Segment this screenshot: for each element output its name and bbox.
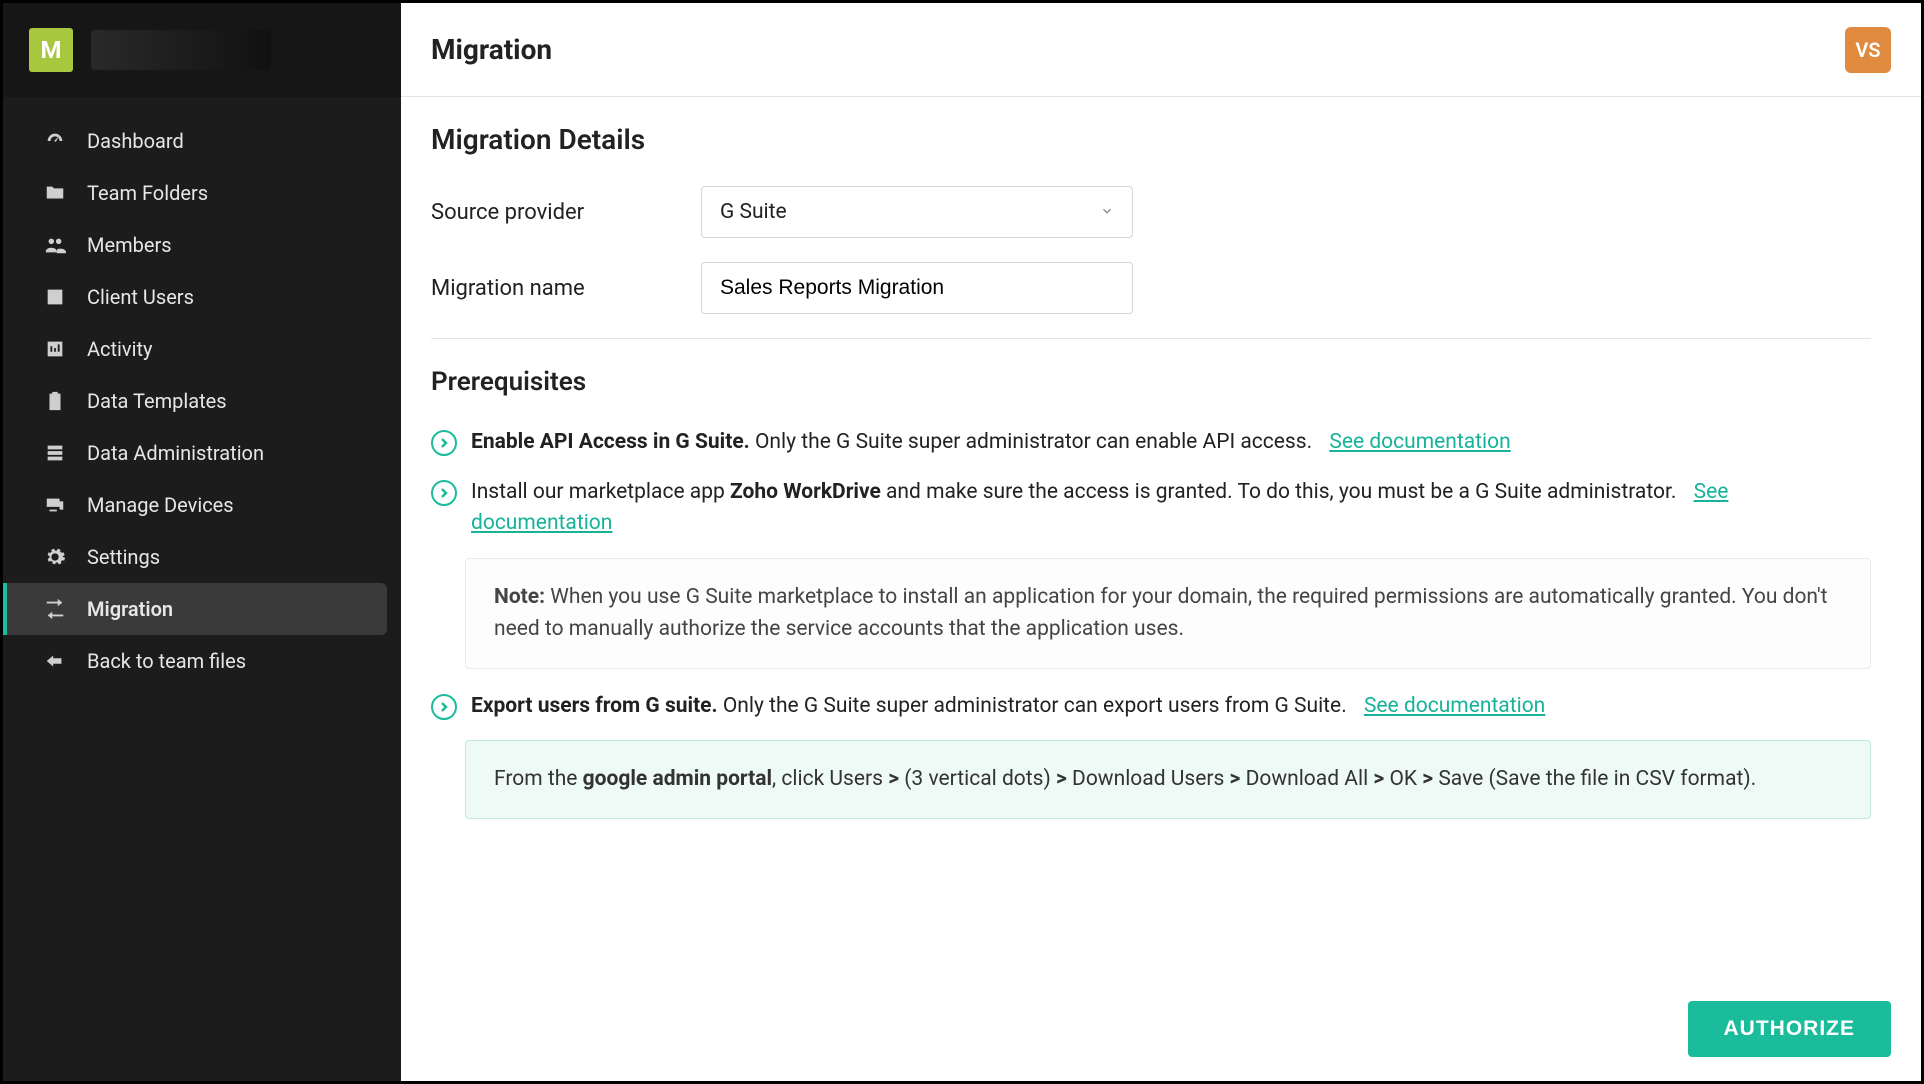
tip-bold: google admin portal [583, 767, 772, 791]
sidebar-item-client-users[interactable]: Client Users [3, 271, 401, 323]
note-text: When you use G Suite marketplace to inst… [494, 585, 1828, 642]
clipboard-icon [43, 389, 67, 413]
sidebar-item-data-administration[interactable]: Data Administration [3, 427, 401, 479]
label-migration-name: Migration name [431, 276, 701, 301]
select-value: G Suite [720, 200, 787, 224]
divider [431, 338, 1871, 339]
authorize-wrap: AUTHORIZE [1688, 1001, 1892, 1057]
migration-icon [43, 597, 67, 621]
user-card-icon [43, 285, 67, 309]
prereq-rest: Only the G Suite super administrator can… [750, 430, 1312, 454]
tip-text: OK [1384, 767, 1422, 791]
prereq-bold: Enable API Access in G Suite. [471, 430, 750, 454]
row-source-provider: Source provider G Suite [431, 186, 1871, 238]
sidebar-item-label: Back to team files [87, 649, 246, 673]
page-title: Migration [431, 33, 552, 66]
sidebar-item-label: Migration [87, 597, 173, 621]
sidebar-item-label: Data Templates [87, 389, 227, 413]
sidebar-item-migration[interactable]: Migration [3, 583, 387, 635]
org-logo[interactable]: M [29, 28, 73, 72]
tip-gt: > [1422, 767, 1433, 791]
sidebar-item-dashboard[interactable]: Dashboard [3, 115, 401, 167]
gauge-icon [43, 129, 67, 153]
sidebar-item-activity[interactable]: Activity [3, 323, 401, 375]
tip-text: Download All [1240, 767, 1373, 791]
sidebar-item-team-folders[interactable]: Team Folders [3, 167, 401, 219]
tip-text: (3 vertical dots) [899, 767, 1056, 791]
prereq-bold: Zoho WorkDrive [730, 480, 881, 504]
prereq-item-3: Export users from G suite. Only the G Su… [431, 691, 1871, 723]
input-migration-name-wrapper [701, 262, 1133, 314]
chart-icon [43, 337, 67, 361]
sidebar-item-label: Manage Devices [87, 493, 234, 517]
link-see-documentation[interactable]: See documentation [1364, 694, 1545, 718]
devices-icon [43, 493, 67, 517]
input-migration-name[interactable] [720, 276, 1114, 300]
main: Migration VS Migration Details Source pr… [401, 3, 1921, 1081]
link-see-documentation[interactable]: See documentation [1329, 430, 1510, 454]
tip-gt: > [1056, 767, 1067, 791]
prereq-rest: and make sure the access is granted. To … [881, 480, 1677, 504]
avatar[interactable]: VS [1845, 27, 1891, 73]
select-source-provider[interactable]: G Suite [701, 186, 1133, 238]
people-icon [43, 233, 67, 257]
topbar: Migration VS [401, 3, 1921, 97]
prereq-item-1: Enable API Access in G Suite. Only the G… [431, 427, 1871, 459]
sidebar-item-label: Settings [87, 545, 160, 569]
folder-icon [43, 181, 67, 205]
tip-text: Save (Save the file in CSV format). [1433, 767, 1756, 791]
chevron-right-icon [431, 694, 457, 720]
chevron-down-icon [1100, 200, 1114, 224]
section-migration-details: Migration Details [431, 123, 1871, 156]
tip-text: , click Users [772, 767, 888, 791]
tip-gt: > [1230, 767, 1241, 791]
tip-gt: > [1373, 767, 1384, 791]
admin-icon [43, 441, 67, 465]
content: Migration Details Source provider G Suit… [401, 97, 1921, 1081]
prereq-text: Enable API Access in G Suite. Only the G… [471, 427, 1511, 459]
prereq-text: Install our marketplace app Zoho WorkDri… [471, 477, 1871, 540]
gear-icon [43, 545, 67, 569]
sidebar-item-members[interactable]: Members [3, 219, 401, 271]
prereq-item-2: Install our marketplace app Zoho WorkDri… [431, 477, 1871, 540]
note-label: Note: [494, 585, 545, 609]
sidebar-item-label: Dashboard [87, 129, 184, 153]
sidebar-item-label: Team Folders [87, 181, 208, 205]
sidebar-item-data-templates[interactable]: Data Templates [3, 375, 401, 427]
sidebar-item-label: Client Users [87, 285, 194, 309]
tip-gt: > [888, 767, 899, 791]
prereq-pre: Install our marketplace app [471, 480, 730, 504]
authorize-button[interactable]: AUTHORIZE [1688, 1001, 1892, 1057]
sidebar-item-back[interactable]: Back to team files [3, 635, 401, 687]
label-source-provider: Source provider [431, 200, 701, 225]
chevron-right-icon [431, 430, 457, 456]
sidebar-item-manage-devices[interactable]: Manage Devices [3, 479, 401, 531]
sidebar-item-settings[interactable]: Settings [3, 531, 401, 583]
sidebar-item-label: Members [87, 233, 172, 257]
tip-text: Download Users [1067, 767, 1230, 791]
tip-text: From the [494, 767, 583, 791]
back-icon [43, 649, 67, 673]
section-prerequisites: Prerequisites [431, 367, 1871, 397]
prereq-rest: Only the G Suite super administrator can… [718, 694, 1347, 718]
prereq-bold: Export users from G suite. [471, 694, 718, 718]
note-box: Note: When you use G Suite marketplace t… [465, 558, 1871, 669]
tip-box: From the google admin portal, click User… [465, 740, 1871, 819]
org-name-redacted [91, 30, 271, 70]
sidebar-nav: Dashboard Team Folders Members Client Us… [3, 97, 401, 687]
sidebar-item-label: Data Administration [87, 441, 264, 465]
sidebar: M Dashboard Team Folders Members Client … [3, 3, 401, 1081]
sidebar-header: M [3, 3, 401, 97]
sidebar-item-label: Activity [87, 337, 152, 361]
prereq-text: Export users from G suite. Only the G Su… [471, 691, 1545, 723]
chevron-right-icon [431, 480, 457, 506]
row-migration-name: Migration name [431, 262, 1871, 314]
